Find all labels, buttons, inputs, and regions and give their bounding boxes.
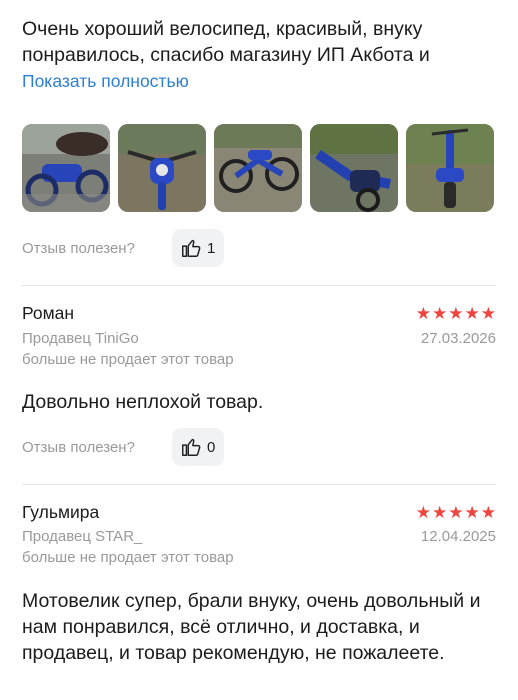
review-date: 27.03.2026 — [420, 330, 496, 347]
star-icon: ★ — [464, 304, 480, 323]
review-text: Довольно неплохой товар. — [22, 391, 264, 413]
helpful-row: Отзыв полезен? 0 — [22, 428, 224, 466]
review-author: Гульмира — [22, 502, 100, 522]
divider — [22, 285, 496, 286]
like-button[interactable]: 0 — [172, 428, 224, 466]
review-photos — [22, 124, 494, 212]
star-icon: ★ — [448, 304, 464, 323]
star-icon: ★ — [415, 304, 431, 323]
review-photo[interactable] — [22, 124, 110, 212]
review-text: Очень хороший велосипед, красивый, внуку… — [22, 18, 430, 66]
review-text: Мотовелик супер, брали внуку, очень дово… — [22, 590, 481, 664]
show-more-link[interactable]: Показать полностью — [22, 71, 189, 92]
star-icon: ★ — [415, 503, 431, 522]
review-photo[interactable] — [214, 124, 302, 212]
seller-name: Продавец TiniGo — [22, 330, 139, 347]
like-button[interactable]: 1 — [172, 229, 224, 267]
star-icon: ★ — [480, 503, 496, 522]
helpful-label: Отзыв полезен? — [22, 239, 135, 257]
divider — [22, 484, 496, 485]
star-icon: ★ — [480, 304, 496, 323]
rating-stars: ★ ★ ★ ★ ★ — [416, 305, 496, 322]
review-photo[interactable] — [310, 124, 398, 212]
seller-note: больше не продает этот товар — [22, 549, 234, 566]
helpful-label: Отзыв полезен? — [22, 438, 135, 456]
seller-name: Продавец STAR_ — [22, 528, 143, 545]
review-photo[interactable] — [118, 124, 206, 212]
like-count: 0 — [207, 438, 216, 456]
star-icon: ★ — [448, 503, 464, 522]
review-photo[interactable] — [406, 124, 494, 212]
star-icon: ★ — [432, 503, 448, 522]
star-icon: ★ — [464, 503, 480, 522]
like-count: 1 — [207, 239, 216, 257]
rating-stars: ★ ★ ★ ★ ★ — [416, 504, 496, 521]
seller-note: больше не продает этот товар — [22, 351, 234, 368]
star-icon: ★ — [432, 304, 448, 323]
review-author: Роман — [22, 303, 75, 323]
thumbs-up-icon — [182, 239, 201, 257]
helpful-row: Отзыв полезен? 1 — [22, 229, 224, 267]
review-date: 12.04.2025 — [420, 528, 496, 545]
thumbs-up-icon — [182, 438, 201, 456]
